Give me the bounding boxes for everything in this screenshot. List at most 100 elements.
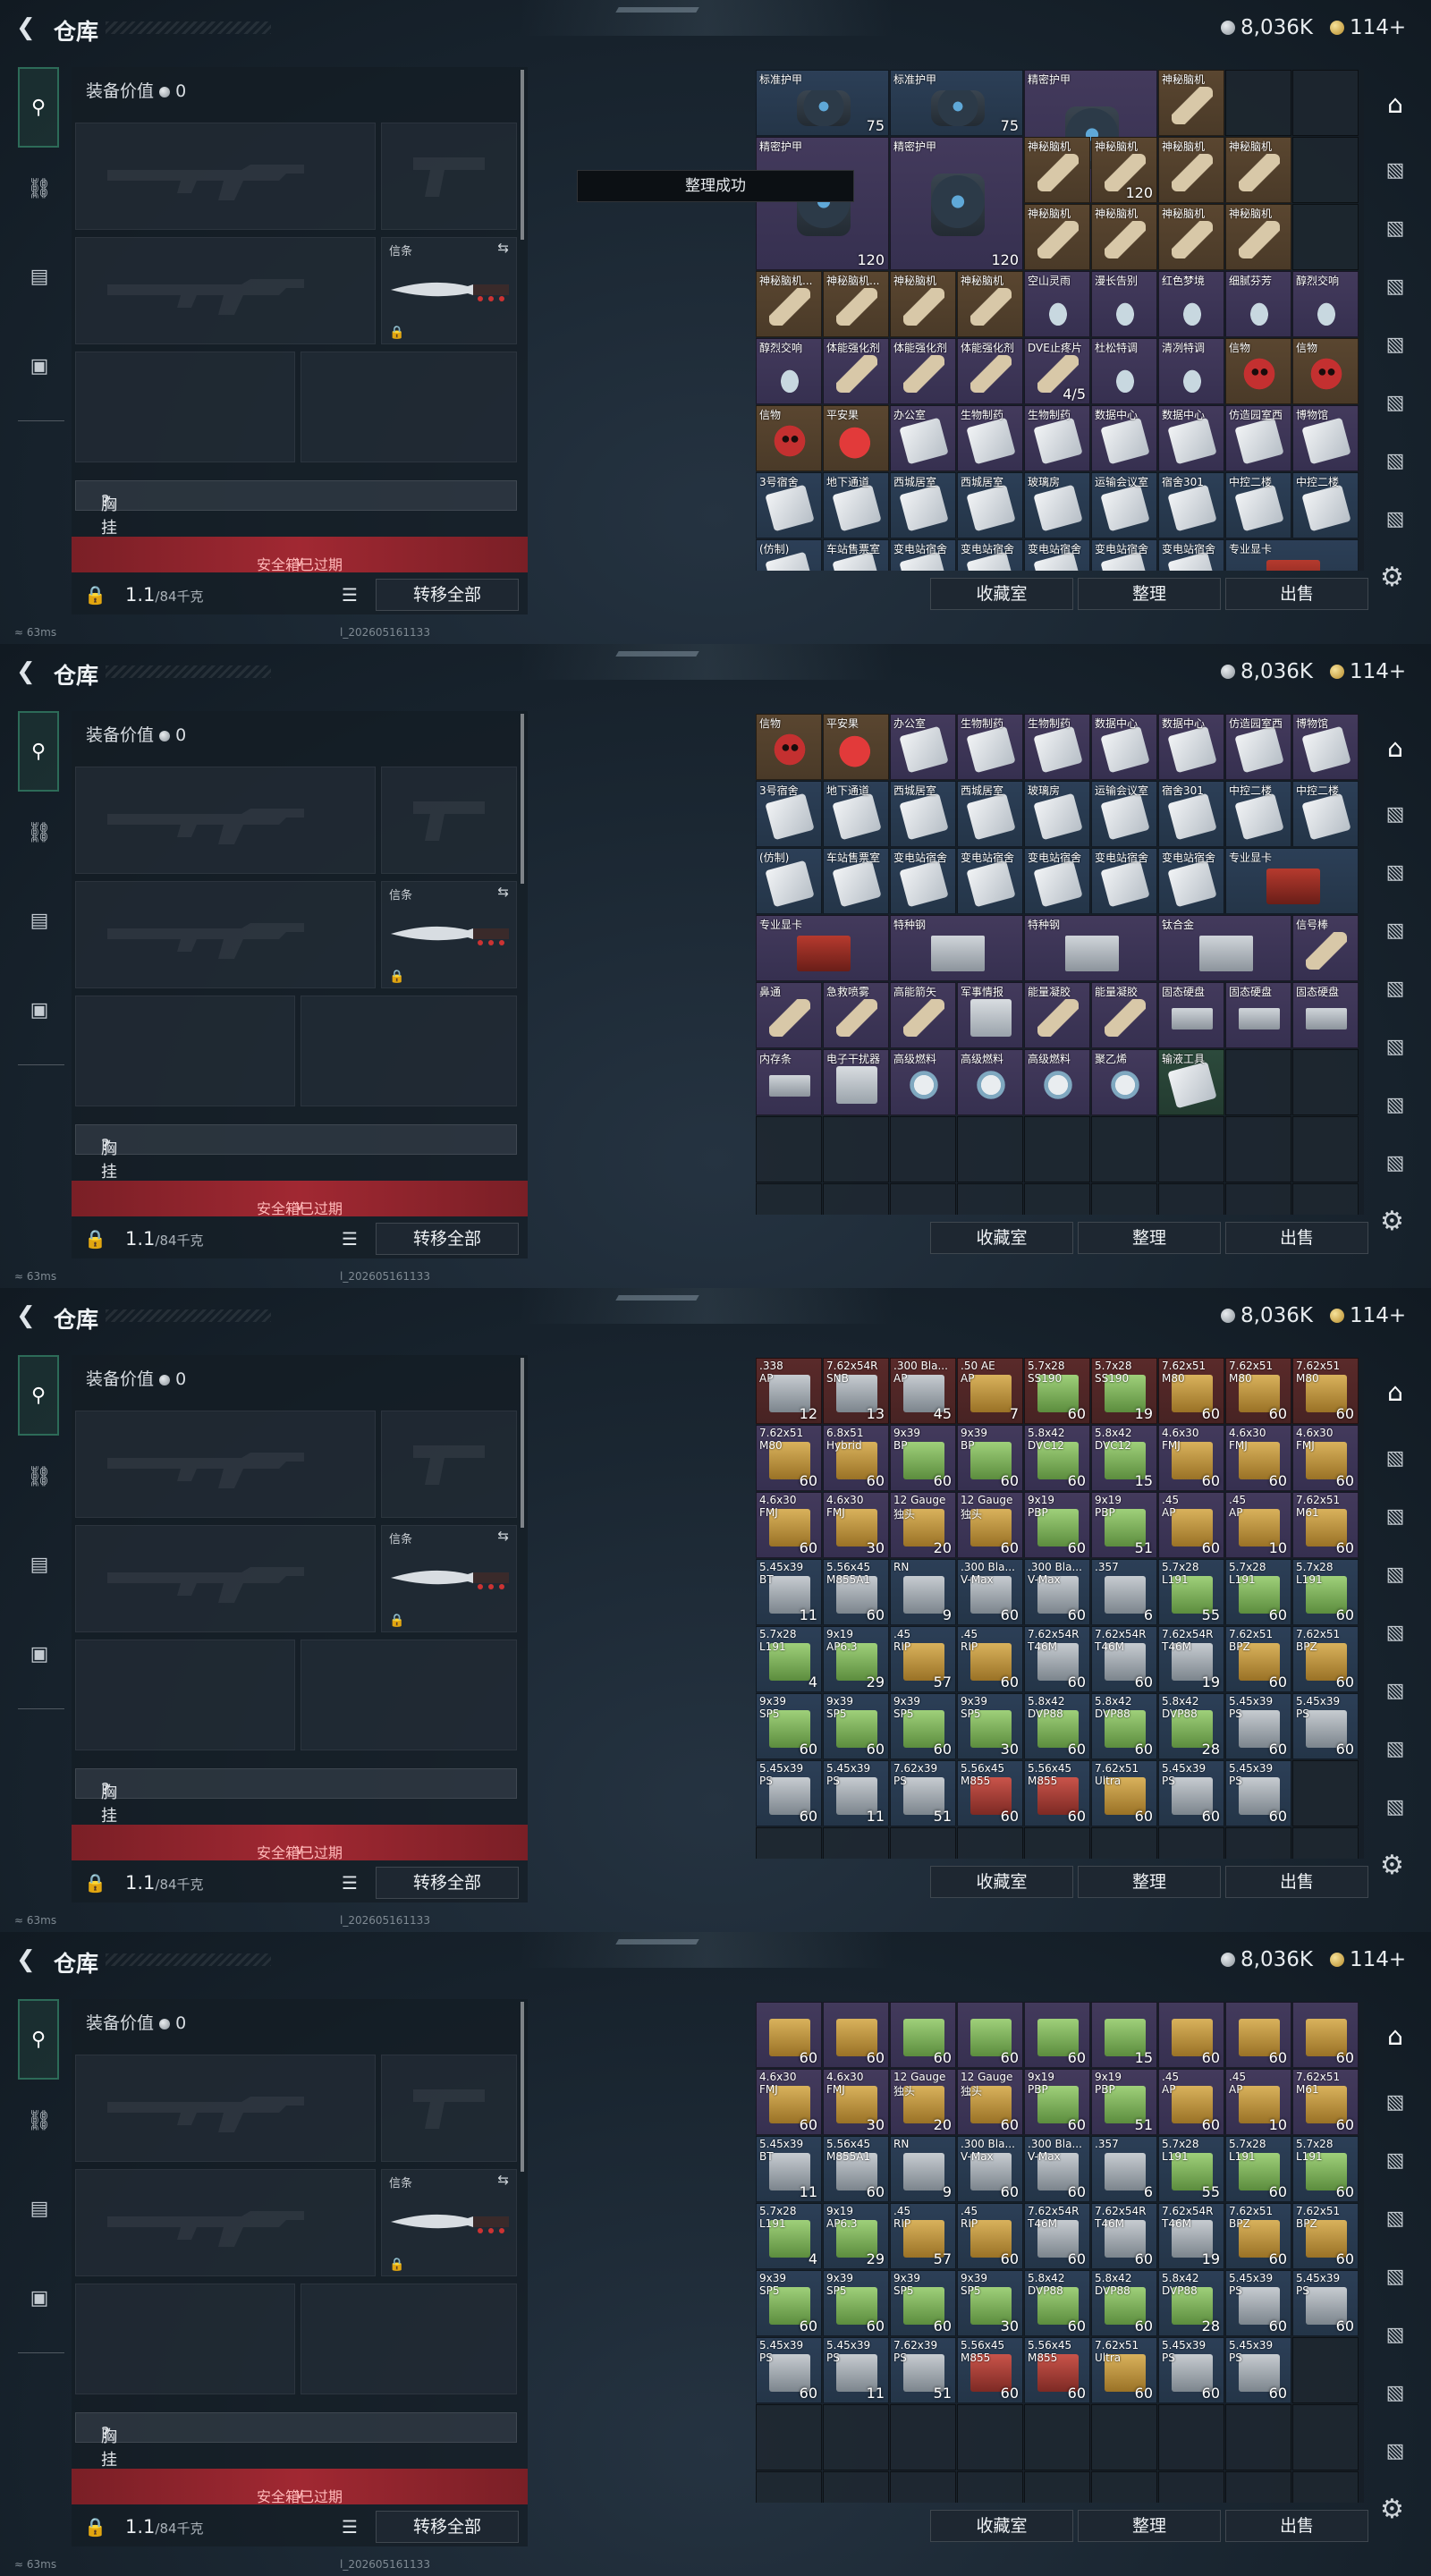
- inventory-item[interactable]: 60: [957, 2002, 1023, 2068]
- organize-button[interactable]: 整理: [1078, 1866, 1221, 1898]
- empty-slot[interactable]: [957, 1116, 1023, 1182]
- inventory-item[interactable]: 生物制药: [1024, 405, 1090, 471]
- inventory-item[interactable]: 60: [1158, 2002, 1224, 2068]
- weapon-tab-icon[interactable]: ⚲: [18, 711, 59, 792]
- inventory-item[interactable]: 5.45x39 PS 60: [1292, 1693, 1359, 1759]
- empty-slot[interactable]: [1225, 70, 1291, 136]
- inventory-item[interactable]: 变电站宿舍: [890, 848, 956, 914]
- armor-slot[interactable]: [301, 996, 517, 1106]
- settings-gear-icon[interactable]: ⚙: [1380, 2494, 1404, 2525]
- inventory-item[interactable]: 9x39 SP5 30: [957, 2270, 1023, 2336]
- transfer-all-button[interactable]: 转移全部: [376, 1867, 519, 1899]
- inventory-item[interactable]: .45 RIP 57: [890, 1626, 956, 1692]
- inventory-item[interactable]: 红色梦境: [1158, 271, 1224, 337]
- inventory-item[interactable]: 3号宿舍: [756, 781, 822, 847]
- page-3-tab-icon[interactable]: ▧: [1376, 1563, 1414, 1596]
- page-6-tab-icon[interactable]: ▧: [1376, 450, 1414, 482]
- inventory-item[interactable]: 神秘脑机: [1158, 70, 1224, 136]
- organize-button[interactable]: 整理: [1078, 2510, 1221, 2542]
- empty-slot[interactable]: [1292, 1049, 1359, 1115]
- inventory-item[interactable]: 特种钢: [1024, 915, 1157, 981]
- inventory-item[interactable]: .357 6: [1091, 2136, 1157, 2202]
- inventory-item[interactable]: 9x39 SP5 30: [957, 1693, 1023, 1759]
- empty-slot[interactable]: [1024, 2404, 1090, 2470]
- inventory-item[interactable]: 5.8x42 DVP88 28: [1158, 1693, 1224, 1759]
- inventory-item[interactable]: 神秘脑机...: [823, 271, 889, 337]
- inventory-item[interactable]: 7.62x51 M80 60: [1292, 1358, 1359, 1424]
- safebox-expired-bar[interactable]: 安全箱已过期 ∨: [72, 2469, 528, 2505]
- helmet-tab-icon[interactable]: ⛓: [16, 2097, 63, 2144]
- inventory-item[interactable]: 60: [756, 2002, 822, 2068]
- settings-gear-icon[interactable]: ⚙: [1380, 1206, 1404, 1237]
- inventory-item[interactable]: 5.7x28 SS190 60: [1024, 1358, 1090, 1424]
- inventory-item[interactable]: .300 Bla... V-Max 60: [957, 2136, 1023, 2202]
- pistol-slot[interactable]: [381, 1411, 517, 1518]
- inventory-item[interactable]: 5.45x39 PS 60: [1158, 2337, 1224, 2403]
- inventory-item[interactable]: 9x39 BP 60: [957, 1425, 1023, 1491]
- inventory-item[interactable]: 60: [823, 2002, 889, 2068]
- inventory-item[interactable]: 12 Gauge 独头 20: [890, 1492, 956, 1558]
- inventory-item[interactable]: 5.56x45 M855 60: [957, 1760, 1023, 1826]
- inventory-item[interactable]: 7.62x39 PS 51: [890, 1760, 956, 1826]
- briefcase-tab-icon[interactable]: ▣: [16, 343, 63, 389]
- inventory-item[interactable]: DVE止疼片 4/5: [1024, 338, 1090, 404]
- inventory-item[interactable]: 内存条: [756, 1049, 822, 1115]
- weapon-tab-icon[interactable]: ⚲: [18, 1355, 59, 1436]
- inventory-item[interactable]: 体能强化剂: [823, 338, 889, 404]
- equipment-scrollbar[interactable]: [521, 714, 524, 884]
- inventory-item[interactable]: 7.62x51 BPZ 60: [1292, 1626, 1359, 1692]
- page-6-tab-icon[interactable]: ▧: [1376, 1738, 1414, 1770]
- empty-slot[interactable]: [957, 1183, 1023, 1215]
- armor-slot[interactable]: [301, 2284, 517, 2394]
- inventory-item[interactable]: 宿舍301: [1158, 781, 1224, 847]
- inventory-item[interactable]: .50 AE AP 7: [957, 1358, 1023, 1424]
- inventory-item[interactable]: 固态硬盘: [1225, 982, 1291, 1048]
- equipment-scrollbar[interactable]: [521, 70, 524, 240]
- empty-slot[interactable]: [823, 1183, 889, 1215]
- inventory-item[interactable]: 神秘脑机: [890, 271, 956, 337]
- inventory-item[interactable]: 4.6x30 FMJ 60: [1225, 1425, 1291, 1491]
- sell-button[interactable]: 出售: [1225, 578, 1368, 610]
- collection-room-button[interactable]: 收藏室: [930, 1866, 1073, 1898]
- page-5-tab-icon[interactable]: ▧: [1376, 1680, 1414, 1712]
- empty-slot[interactable]: [1091, 1116, 1157, 1182]
- inventory-item[interactable]: 变电站宿舍: [1024, 539, 1090, 571]
- inventory-item[interactable]: 5.7x28 L191 55: [1158, 2136, 1224, 2202]
- inventory-item[interactable]: 信号棒: [1292, 915, 1359, 981]
- page-4-tab-icon[interactable]: ▧: [1376, 978, 1414, 1010]
- page-5-tab-icon[interactable]: ▧: [1376, 392, 1414, 424]
- armor-slot[interactable]: [301, 352, 517, 462]
- inventory-item[interactable]: 7.62x51 M80 60: [1225, 1358, 1291, 1424]
- inventory-item[interactable]: 信物: [1292, 338, 1359, 404]
- inventory-item[interactable]: 电子干扰器: [823, 1049, 889, 1115]
- helmet-slot[interactable]: [75, 2284, 295, 2394]
- inventory-item[interactable]: 运输会议室: [1091, 472, 1157, 538]
- inventory-item[interactable]: 标准护甲 75: [890, 70, 1023, 136]
- inventory-item[interactable]: 神秘脑机: [1225, 204, 1291, 270]
- inventory-item[interactable]: 5.7x28 L191 60: [1225, 1559, 1291, 1625]
- inventory-item[interactable]: 西城居室: [957, 472, 1023, 538]
- inventory-item[interactable]: 变电站宿舍: [1158, 848, 1224, 914]
- empty-slot[interactable]: [890, 1827, 956, 1859]
- warehouse-home-icon[interactable]: ⌂: [1376, 733, 1414, 766]
- inventory-item[interactable]: 5.7x28 L191 60: [1292, 2136, 1359, 2202]
- inventory-item[interactable]: 体能强化剂: [890, 338, 956, 404]
- inventory-item[interactable]: 9x39 SP5 60: [823, 2270, 889, 2336]
- inventory-item[interactable]: 4.6x30 FMJ 30: [823, 1492, 889, 1558]
- inventory-item[interactable]: 9x39 SP5 60: [890, 1693, 956, 1759]
- inventory-item[interactable]: 宿舍301: [1158, 472, 1224, 538]
- empty-slot[interactable]: [957, 2404, 1023, 2470]
- inventory-item[interactable]: 5.45x39 PS 60: [1225, 1693, 1291, 1759]
- inventory-item[interactable]: 7.62x54R T46M 60: [1024, 2203, 1090, 2269]
- inventory-item[interactable]: 专业显卡: [756, 915, 889, 981]
- sell-button[interactable]: 出售: [1225, 1222, 1368, 1254]
- inventory-item[interactable]: 9x39 SP5 60: [756, 2270, 822, 2336]
- chest-rig-slot[interactable]: 胸挂 ?: [75, 2412, 517, 2470]
- empty-slot[interactable]: [823, 1827, 889, 1859]
- swap-icon[interactable]: ⇆: [497, 1528, 509, 1544]
- back-arrow-icon[interactable]: ❮: [16, 1946, 36, 1973]
- inventory-item[interactable]: 能量凝胶: [1024, 982, 1090, 1048]
- warehouse-home-icon[interactable]: ⌂: [1376, 2021, 1414, 2054]
- page-7-tab-icon[interactable]: ▧: [1376, 1152, 1414, 1184]
- inventory-item[interactable]: 5.45x39 PS 11: [823, 1760, 889, 1826]
